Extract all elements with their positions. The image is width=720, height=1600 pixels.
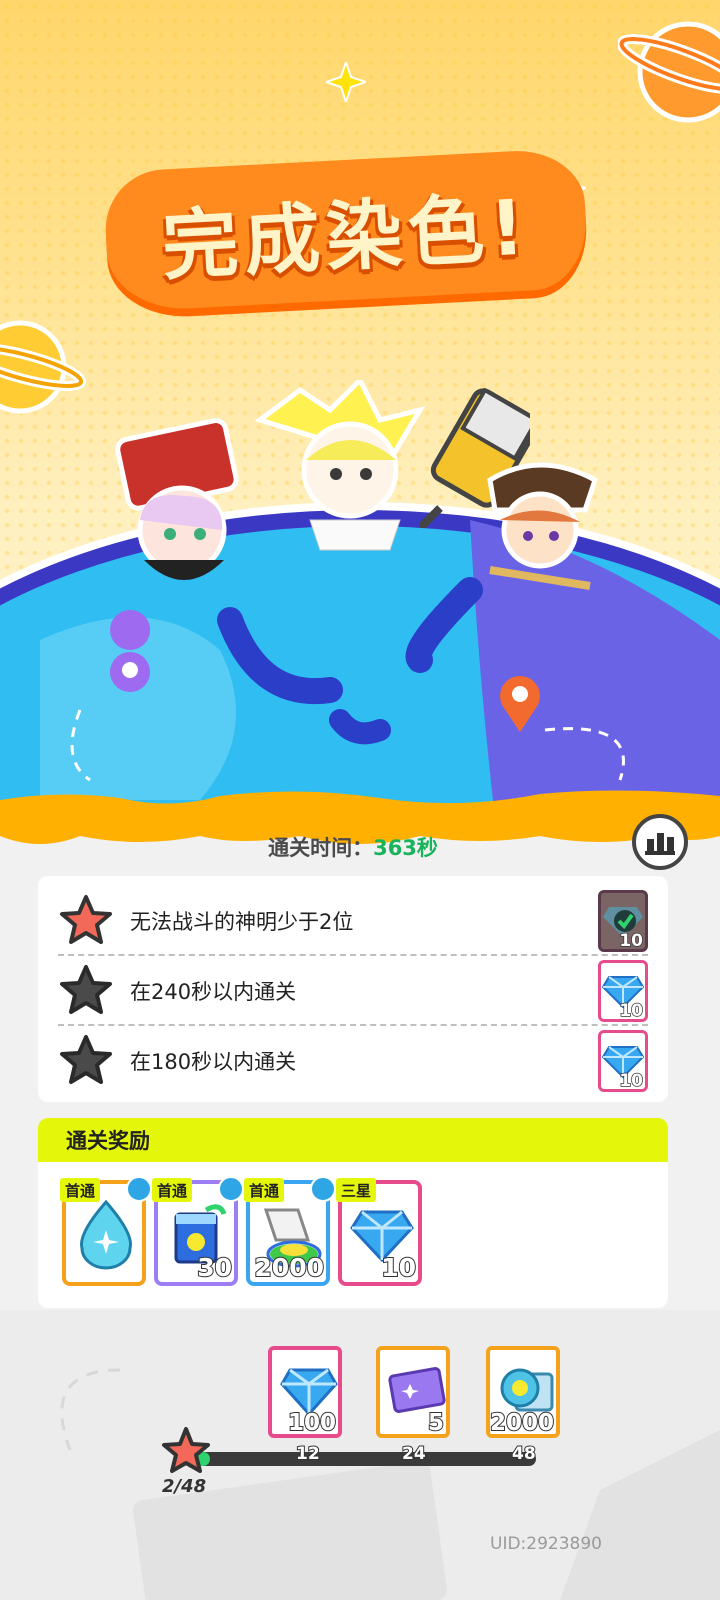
objective-text: 无法战斗的神明少于2位: [130, 910, 354, 934]
milestone-reward[interactable]: 100: [268, 1346, 342, 1438]
star-objectives-panel: 无法战斗的神明少于2位 10 在240秒以内通关 10 在180秒以内通关 10: [38, 876, 668, 1102]
milestone-reward-qty: 2000: [489, 1409, 555, 1437]
milestone-reward[interactable]: 2000: [486, 1346, 560, 1438]
star-progress-icon: [162, 1427, 210, 1473]
victory-scene: 完成染色!: [0, 0, 720, 860]
first-clear-badge-icon: [126, 1176, 152, 1202]
sparkle-icon: [326, 62, 366, 102]
star-empty-icon: [60, 1035, 112, 1084]
objective-row: 在240秒以内通关 10: [58, 956, 648, 1026]
objective-row: 无法战斗的神明少于2位 10: [58, 886, 648, 956]
character-hammer: [254, 380, 426, 551]
reward-item[interactable]: 首通 30: [152, 1176, 244, 1286]
milestone-value: 48: [511, 1443, 537, 1465]
objective-reward-count: 10: [619, 930, 644, 952]
milestone-value: 12: [295, 1443, 321, 1465]
objective-text: 在240秒以内通关: [130, 980, 297, 1004]
objective-reward: 10: [598, 960, 648, 1022]
reward-qty: 30: [196, 1252, 233, 1283]
water-drop-icon: [80, 1200, 132, 1270]
banner-title: 完成染色!: [159, 182, 533, 291]
first-clear-tag: 首通: [244, 1178, 285, 1202]
first-clear-tag: 首通: [152, 1178, 193, 1202]
clear-rewards-panel: 通关奖励 首通 首通 30 首通 2000 三星 10: [38, 1118, 668, 1308]
reward-qty: 10: [380, 1252, 417, 1283]
star-progress-bar: [196, 1452, 536, 1466]
planet-icon: [618, 21, 720, 123]
star-progress-text: 2/48: [162, 1476, 207, 1497]
three-star-tag: 三星: [336, 1178, 377, 1202]
objective-reward-count: 10: [619, 1000, 644, 1022]
objective-reward: 10: [598, 890, 648, 952]
reward-item[interactable]: 首通: [60, 1176, 152, 1286]
user-id: UID:2923890: [490, 1534, 602, 1554]
star-empty-icon: [60, 965, 112, 1014]
clear-time-value: 363秒: [373, 836, 438, 860]
milestone-reward[interactable]: 5: [376, 1346, 450, 1438]
clear-time: 通关时间：363秒: [0, 832, 706, 862]
stage-clear-banner: 完成染色!: [102, 147, 590, 313]
bar-chart-icon: [645, 833, 675, 855]
objective-row: 在180秒以内通关 10: [58, 1026, 648, 1096]
milestone-value: 24: [401, 1443, 427, 1465]
reward-item[interactable]: 首通 2000: [244, 1176, 336, 1286]
reward-item[interactable]: 三星 10: [336, 1178, 422, 1286]
milestone-reward-qty: 100: [287, 1409, 337, 1437]
first-clear-badge-icon: [218, 1176, 244, 1202]
objective-text: 在180秒以内通关: [130, 1050, 297, 1074]
first-clear-badge-icon: [310, 1176, 336, 1202]
clear-time-label: 通关时间：: [268, 836, 374, 860]
statistics-button[interactable]: [632, 814, 688, 870]
first-clear-tag: 首通: [60, 1178, 101, 1202]
star-achieved-icon: [60, 895, 112, 944]
objective-reward: 10: [598, 1030, 648, 1092]
character-gunner: [487, 462, 599, 590]
objective-reward-count: 10: [619, 1070, 644, 1092]
rewards-title: 通关奖励: [38, 1118, 668, 1162]
reward-qty: 2000: [253, 1252, 325, 1283]
milestone-reward-qty: 5: [427, 1409, 445, 1437]
